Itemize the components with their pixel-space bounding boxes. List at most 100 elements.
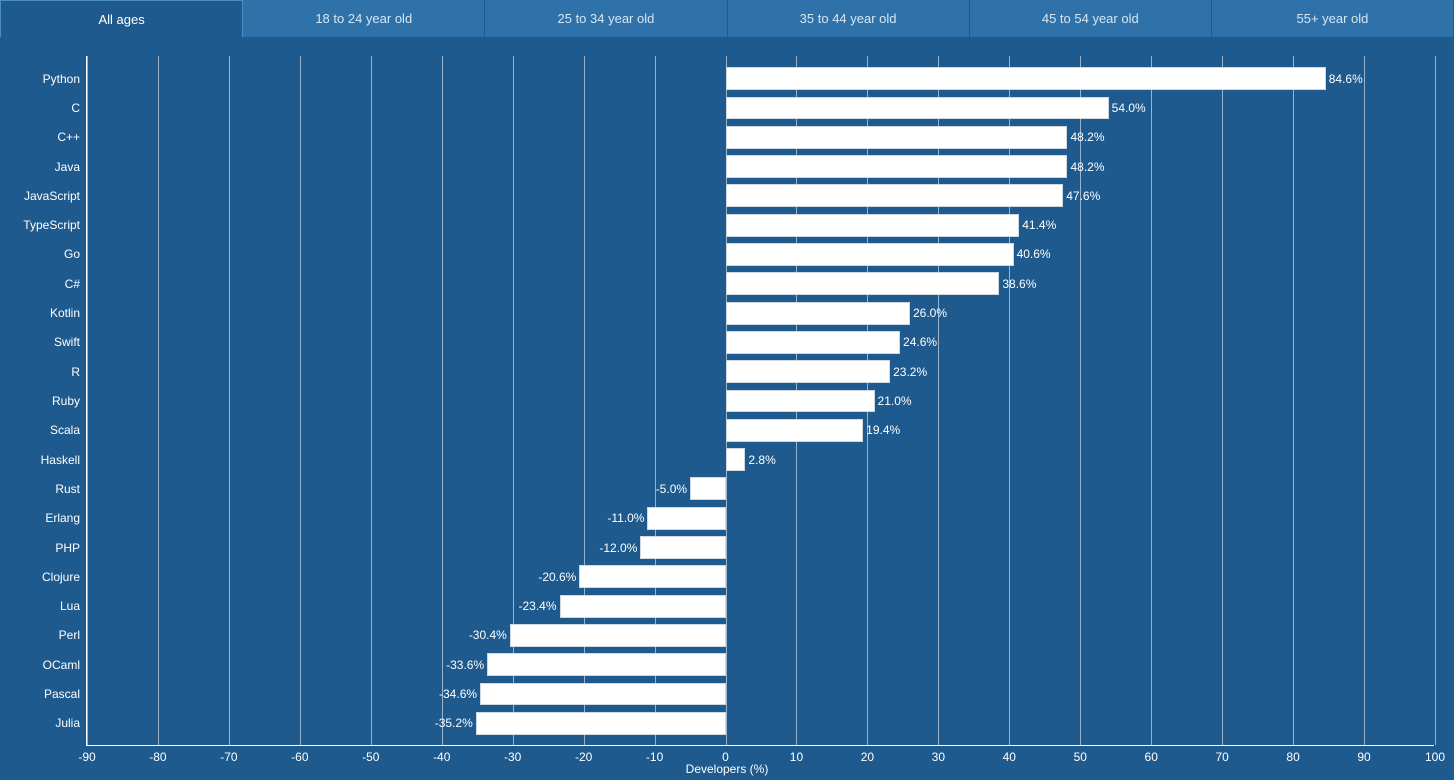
category-label: Lua [60, 599, 80, 613]
bar-value-label: -35.2% [435, 716, 473, 730]
category-label: R [71, 365, 80, 379]
bar-value-label: -12.0% [599, 541, 637, 555]
x-tick-label: 50 [1074, 750, 1087, 764]
bar[interactable] [726, 155, 1068, 178]
x-tick-label: 40 [1003, 750, 1016, 764]
category-label: Rust [55, 482, 80, 496]
bar-value-label: -5.0% [656, 482, 687, 496]
bar-row: -5.0% [87, 477, 1435, 500]
bar-value-label: 24.6% [903, 335, 937, 349]
bar-row: -23.4% [87, 595, 1435, 618]
bar[interactable] [726, 419, 864, 442]
tab-all-ages[interactable]: All ages [0, 0, 243, 37]
category-label: Java [55, 160, 80, 174]
bar-row: 41.4% [87, 214, 1435, 237]
bar[interactable] [726, 97, 1109, 120]
x-tick-label: -40 [433, 750, 450, 764]
bar-value-label: 2.8% [748, 453, 775, 467]
bar-row: -12.0% [87, 536, 1435, 559]
bar[interactable] [726, 390, 875, 413]
bar-value-label: -23.4% [518, 599, 556, 613]
bar-row: 84.6% [87, 67, 1435, 90]
bar[interactable] [726, 272, 1000, 295]
bar[interactable] [579, 565, 725, 588]
tab-25-34[interactable]: 25 to 34 year old [485, 0, 727, 37]
category-label: Haskell [41, 453, 80, 467]
category-label: Kotlin [50, 306, 80, 320]
tab-55-plus[interactable]: 55+ year old [1212, 0, 1454, 37]
category-label: C# [65, 277, 80, 291]
bar[interactable] [476, 712, 726, 735]
tab-45-54[interactable]: 45 to 54 year old [970, 0, 1212, 37]
x-tick-label: -20 [575, 750, 592, 764]
bar[interactable] [726, 302, 910, 325]
category-label: C++ [57, 130, 80, 144]
bar-row: 19.4% [87, 419, 1435, 442]
x-tick-label: 30 [932, 750, 945, 764]
category-label: Ruby [52, 394, 80, 408]
bar[interactable] [726, 331, 901, 354]
category-label: Clojure [42, 570, 80, 584]
bar[interactable] [726, 214, 1020, 237]
x-tick-label: -30 [504, 750, 521, 764]
bar[interactable] [510, 624, 726, 647]
bar-value-label: 21.0% [878, 394, 912, 408]
bar-row: -11.0% [87, 507, 1435, 530]
category-label: Scala [50, 423, 80, 437]
bar[interactable] [560, 595, 726, 618]
category-label: Erlang [45, 511, 80, 525]
x-tick-label: -50 [362, 750, 379, 764]
bar-value-label: -30.4% [469, 628, 507, 642]
bar[interactable] [726, 360, 891, 383]
bar-value-label: -33.6% [446, 658, 484, 672]
bar[interactable] [640, 536, 725, 559]
category-label: Perl [59, 628, 80, 642]
category-label: JavaScript [24, 189, 80, 203]
bar[interactable] [647, 507, 725, 530]
x-tick-label: 100 [1425, 750, 1445, 764]
bar[interactable] [726, 126, 1068, 149]
bar-row: 54.0% [87, 97, 1435, 120]
bar-value-label: 84.6% [1329, 72, 1363, 86]
category-label: Go [64, 247, 80, 261]
tab-35-44[interactable]: 35 to 44 year old [728, 0, 970, 37]
chart-area: -90-80-70-60-50-40-30-20-100102030405060… [0, 38, 1454, 780]
x-axis-title: Developers (%) [686, 762, 769, 776]
bar-value-label: -34.6% [439, 687, 477, 701]
bar[interactable] [726, 243, 1014, 266]
plot-region: -90-80-70-60-50-40-30-20-100102030405060… [86, 56, 1434, 746]
category-label: Pascal [44, 687, 80, 701]
bar-value-label: -11.0% [607, 511, 644, 525]
bar-row: 2.8% [87, 448, 1435, 471]
bar[interactable] [487, 653, 725, 676]
bar-value-label: 47.6% [1066, 189, 1100, 203]
bar-row: 48.2% [87, 126, 1435, 149]
bar-value-label: 38.6% [1002, 277, 1036, 291]
bar[interactable] [480, 683, 725, 706]
x-tick-label: -90 [78, 750, 95, 764]
x-tick-label: 70 [1215, 750, 1228, 764]
bar-row: -34.6% [87, 683, 1435, 706]
bar[interactable] [690, 477, 725, 500]
tab-18-24[interactable]: 18 to 24 year old [243, 0, 485, 37]
bar-row: 23.2% [87, 360, 1435, 383]
category-label: Swift [54, 335, 80, 349]
bar-value-label: 41.4% [1022, 218, 1056, 232]
bar-row: 40.6% [87, 243, 1435, 266]
bar[interactable] [726, 67, 1326, 90]
x-tick-label: 20 [861, 750, 874, 764]
bar-value-label: 26.0% [913, 306, 947, 320]
x-tick-label: 90 [1357, 750, 1370, 764]
category-label: TypeScript [23, 218, 80, 232]
category-label: Python [43, 72, 80, 86]
x-tick-label: -60 [291, 750, 308, 764]
bar-row: 26.0% [87, 302, 1435, 325]
bar-value-label: 23.2% [893, 365, 927, 379]
bar-value-label: 54.0% [1112, 101, 1146, 115]
bar[interactable] [726, 448, 746, 471]
bar-row: -30.4% [87, 624, 1435, 647]
x-tick-label: 10 [790, 750, 803, 764]
category-label: OCaml [43, 658, 80, 672]
bar[interactable] [726, 184, 1064, 207]
bar-row: 24.6% [87, 331, 1435, 354]
